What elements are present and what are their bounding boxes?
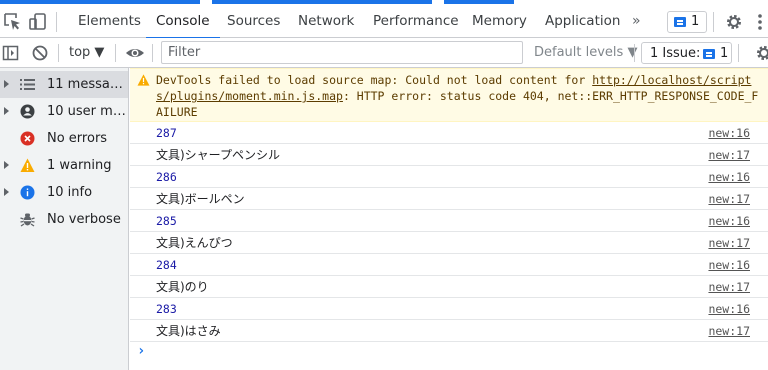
console-sidebar: 11 messages 10 user messages No errors 1… xyxy=(0,68,129,370)
log-row: 文具)はさみ new:17 xyxy=(130,320,768,342)
log-message: 283 xyxy=(156,302,177,316)
divider xyxy=(738,44,739,62)
log-row: 287 new:16 xyxy=(130,122,768,144)
log-source-link[interactable]: new:16 xyxy=(708,254,750,276)
log-message: 文具)ボールペン xyxy=(156,192,245,206)
expand-arrow-icon[interactable] xyxy=(4,107,9,115)
show-sidebar-icon[interactable] xyxy=(2,44,20,66)
console-prompt[interactable]: › xyxy=(137,343,145,359)
log-message: 文具)シャープペンシル xyxy=(156,148,280,162)
inspect-element-icon[interactable] xyxy=(3,12,23,32)
bug-icon xyxy=(20,212,35,227)
sidebar-item-label: No verbose xyxy=(47,212,121,227)
divider xyxy=(634,44,635,62)
sidebar-item-label: No errors xyxy=(47,131,108,146)
issues-count: 1 xyxy=(691,14,700,29)
console-toolbar: top ▼ Default levels ▼ 1 Issue: 1 xyxy=(0,38,768,68)
log-row: 文具)ボールペン new:17 xyxy=(130,188,768,210)
divider xyxy=(58,44,59,62)
tab-application[interactable]: Application xyxy=(545,4,620,38)
tab-sources[interactable]: Sources xyxy=(227,4,280,38)
log-row: 283 new:16 xyxy=(130,298,768,320)
expand-arrow-icon[interactable] xyxy=(4,188,9,196)
console-messages: DevTools failed to load source map: Coul… xyxy=(130,68,768,370)
log-message: 文具)はさみ xyxy=(156,324,221,338)
console-settings-gear-icon[interactable] xyxy=(754,43,768,67)
error-icon xyxy=(20,131,35,146)
tab-elements[interactable]: Elements xyxy=(78,4,141,38)
issue-icon xyxy=(674,17,686,27)
settings-gear-icon[interactable] xyxy=(724,12,744,32)
log-source-link[interactable]: new:17 xyxy=(708,232,750,254)
warning-text: DevTools failed to load source map: Coul… xyxy=(156,72,762,120)
log-source-link[interactable]: new:16 xyxy=(708,166,750,188)
tab-memory[interactable]: Memory xyxy=(472,4,527,38)
divider xyxy=(115,44,116,62)
sidebar-item-messages[interactable]: 11 messages xyxy=(0,71,128,98)
log-row: 286 new:16 xyxy=(130,166,768,188)
info-icon xyxy=(20,185,35,200)
log-source-link[interactable]: new:17 xyxy=(708,320,750,342)
warning-text-before: DevTools failed to load source map: Coul… xyxy=(156,73,593,87)
sidebar-item-user-messages[interactable]: 10 user messages xyxy=(0,98,128,125)
tab-network[interactable]: Network xyxy=(298,4,354,38)
expand-arrow-icon[interactable] xyxy=(4,80,9,88)
device-toolbar-icon[interactable] xyxy=(28,12,48,32)
warning-message: DevTools failed to load source map: Coul… xyxy=(130,68,768,122)
divider xyxy=(713,12,714,32)
warning-icon xyxy=(20,158,35,173)
context-selector[interactable]: top ▼ xyxy=(69,38,104,68)
more-tabs-button[interactable]: » xyxy=(632,4,641,38)
clear-console-icon[interactable] xyxy=(31,44,49,66)
log-levels-dropdown[interactable]: Default levels ▼ xyxy=(534,38,637,68)
sidebar-item-info[interactable]: 10 info xyxy=(0,179,128,206)
log-message: 文具)えんぴつ xyxy=(156,236,233,250)
sidebar-item-warnings[interactable]: 1 warning xyxy=(0,152,128,179)
log-source-link[interactable]: new:17 xyxy=(708,188,750,210)
sidebar-item-label: 11 messages xyxy=(47,77,127,92)
sidebar-item-verbose[interactable]: No verbose xyxy=(0,206,128,233)
list-icon xyxy=(20,77,35,92)
log-message: 文具)のり xyxy=(156,280,209,294)
filter-input[interactable] xyxy=(161,41,523,64)
more-options-icon[interactable] xyxy=(750,12,768,32)
user-icon xyxy=(20,104,35,119)
issues-count: 1 xyxy=(720,46,729,61)
log-message: 285 xyxy=(156,214,177,228)
issue-icon xyxy=(703,49,715,59)
expand-arrow-icon[interactable] xyxy=(4,161,9,169)
log-row: 文具)えんぴつ new:17 xyxy=(130,232,768,254)
log-source-link[interactable]: new:17 xyxy=(708,144,750,166)
log-source-link[interactable]: new:16 xyxy=(708,210,750,232)
issues-label: 1 Issue: xyxy=(650,46,701,61)
warning-icon xyxy=(137,74,150,89)
divider xyxy=(152,44,153,62)
log-source-link[interactable]: new:17 xyxy=(708,276,750,298)
log-row: 285 new:16 xyxy=(130,210,768,232)
issues-counter-button[interactable]: 1 xyxy=(667,11,707,33)
sidebar-item-errors[interactable]: No errors xyxy=(0,125,128,152)
live-expression-eye-icon[interactable] xyxy=(125,44,145,66)
sidebar-item-label: 10 user messages xyxy=(47,104,127,119)
log-source-link[interactable]: new:16 xyxy=(708,298,750,320)
log-message: 287 xyxy=(156,126,177,140)
devtools-tabbar: Elements Console Sources Network Perform… xyxy=(0,4,768,39)
log-row: 文具)シャープペンシル new:17 xyxy=(130,144,768,166)
log-row: 文具)のり new:17 xyxy=(130,276,768,298)
tab-performance[interactable]: Performance xyxy=(373,4,459,38)
sidebar-item-label: 1 warning xyxy=(47,158,112,173)
issues-button[interactable]: 1 Issue: 1 xyxy=(641,42,732,64)
log-row: 284 new:16 xyxy=(130,254,768,276)
tab-console[interactable]: Console xyxy=(146,4,220,39)
log-message: 286 xyxy=(156,170,177,184)
sidebar-item-label: 10 info xyxy=(47,185,93,200)
log-source-link[interactable]: new:16 xyxy=(708,122,750,144)
log-message: 284 xyxy=(156,258,177,272)
divider xyxy=(56,12,57,32)
